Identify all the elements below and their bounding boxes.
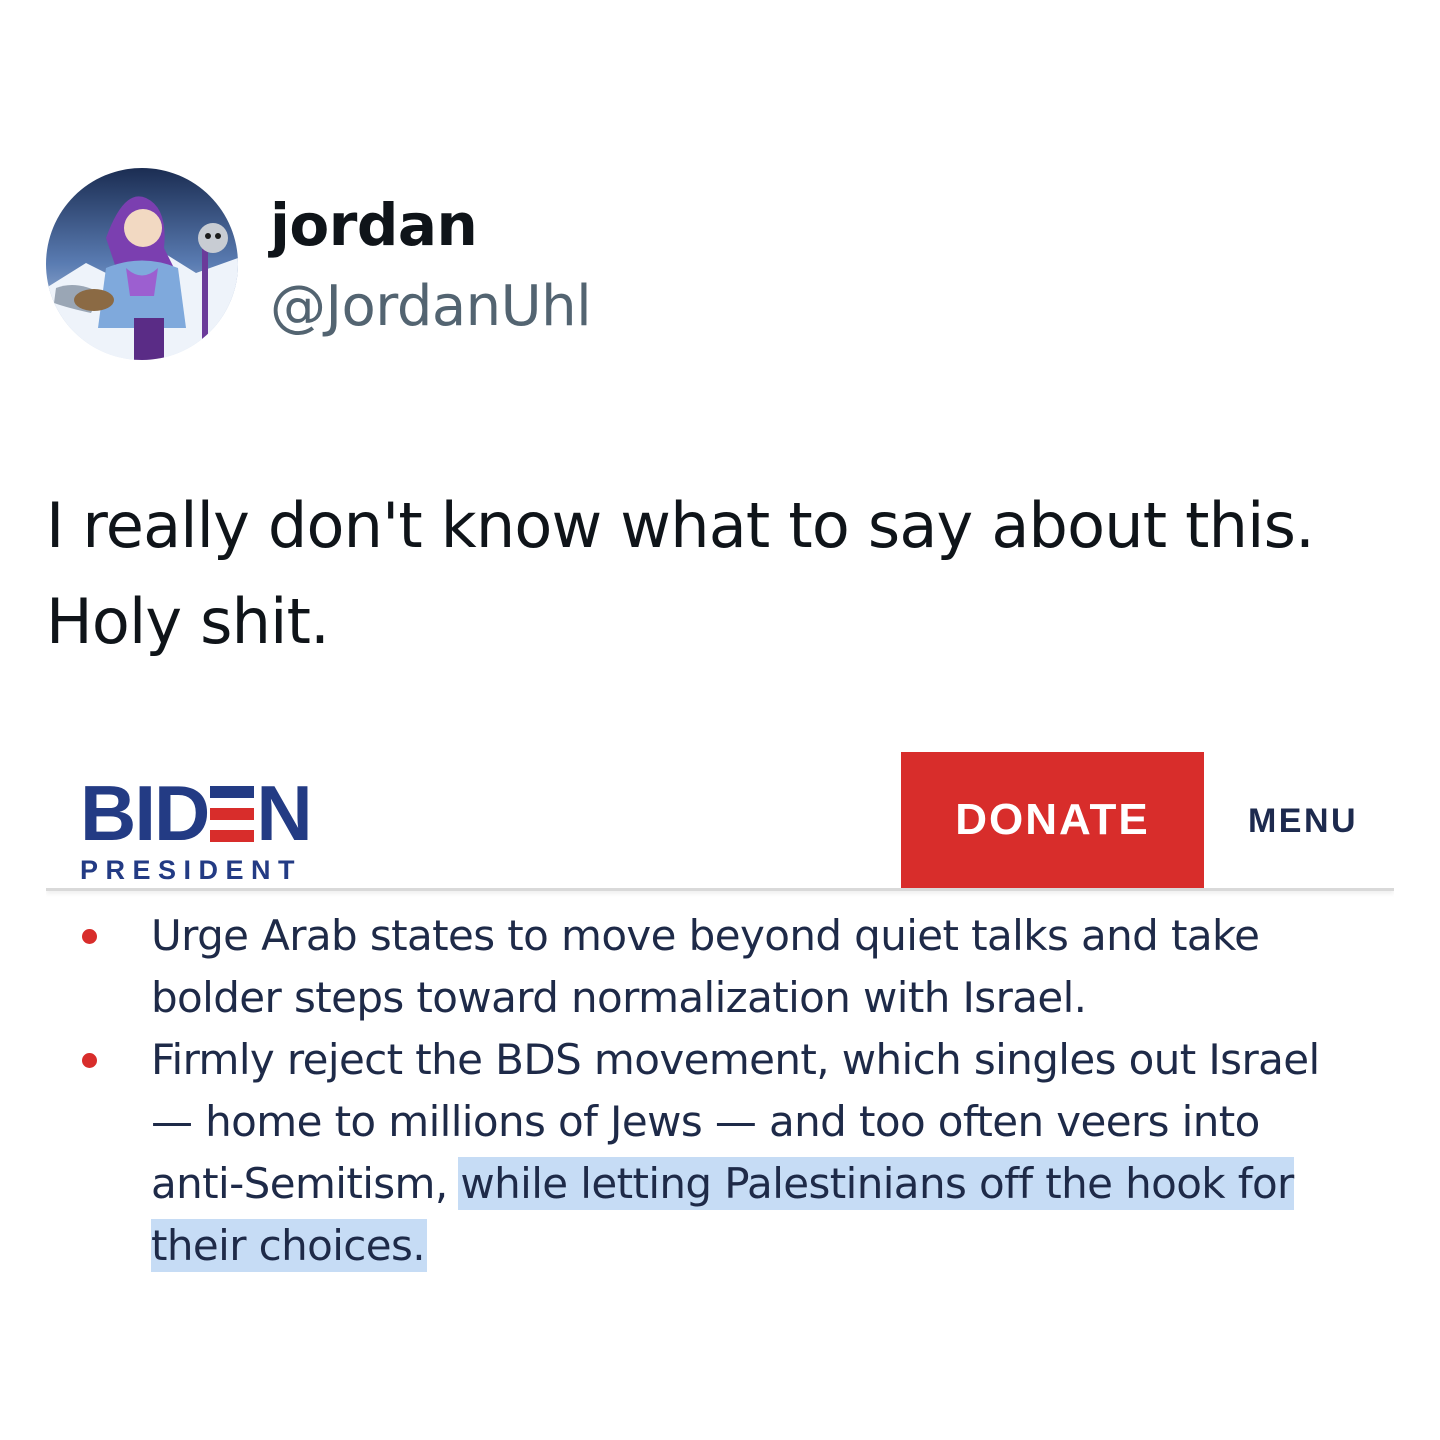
bullet-dot-icon [82,929,97,944]
faded-retweet-header [180,78,1360,128]
bullet-text: Urge Arab states to move beyond quiet ta… [151,911,1260,1022]
donate-button[interactable]: DONATE [901,752,1204,888]
tweet-text: I really don't know what to say about th… [46,478,1416,670]
biden-president-logo[interactable]: BID N PRESIDENT [80,769,315,885]
menu-button[interactable]: MENU [1238,794,1368,848]
list-item: Urge Arab states to move beyond quiet ta… [46,905,1351,1029]
embedded-screenshot[interactable]: BID N PRESIDENT DONATE MENU Urge Arab sta… [46,750,1394,1295]
bullet-dot-icon [82,1053,97,1068]
faded-footer [40,1395,560,1435]
logo-wordmark: BID N [80,769,313,857]
policy-bullet-list: Urge Arab states to move beyond quiet ta… [46,905,1394,1277]
logo-word-left: BID [80,769,210,857]
tweet-text-line-2: Holy shit. [46,585,330,658]
logo-subtitle: PRESIDENT [80,855,303,885]
logo-word-right: N [256,769,312,857]
campaign-site-header: BID N PRESIDENT DONATE MENU [46,750,1394,891]
list-item: Firmly reject the BDS movement, which si… [46,1029,1351,1277]
logo-e-stripes-icon [210,784,255,842]
avatar[interactable] [46,168,238,360]
author-handle[interactable]: @JordanUhl [270,272,592,342]
avatar-illustration [46,168,238,360]
cut-off-line [46,1285,151,1295]
author-display-name[interactable]: jordan [270,190,478,260]
tweet-text-line-1: I really don't know what to say about th… [46,489,1315,562]
